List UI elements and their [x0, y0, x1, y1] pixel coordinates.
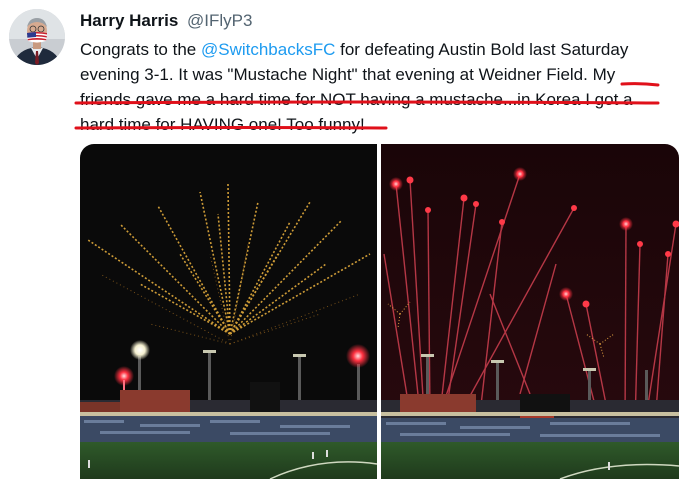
media-grid — [80, 144, 679, 479]
tweet-text-segment: Congrats to the — [80, 40, 201, 59]
photo-1[interactable] — [80, 144, 378, 479]
tweet-header: Harry Harris @IFlyP3 — [80, 11, 252, 31]
display-name[interactable]: Harry Harris — [80, 11, 178, 30]
tweet-text-segment: for defeating Austin Bold last Saturday — [335, 40, 629, 59]
avatar[interactable] — [9, 9, 65, 65]
tweet: Harry Harris @IFlyP3 Congrats to the @Sw… — [0, 0, 680, 479]
mention-link[interactable]: @SwitchbacksFC — [201, 40, 335, 59]
photo-2[interactable] — [381, 144, 679, 479]
tweet-text-line-2: evening 3-1. It was "Mustache Night" tha… — [80, 65, 616, 84]
user-handle[interactable]: @IFlyP3 — [187, 11, 252, 30]
tweet-text-line-3: friends gave me a hard time for NOT havi… — [80, 90, 633, 109]
tweet-text: Congrats to the @SwitchbacksFC for defea… — [80, 37, 675, 137]
tweet-text-line-4: hard time for HAVING one! Too funny! — [80, 115, 365, 134]
us-flag-mask-icon — [27, 32, 47, 43]
tweet-text-line-1: Congrats to the @SwitchbacksFC for defea… — [80, 37, 675, 62]
